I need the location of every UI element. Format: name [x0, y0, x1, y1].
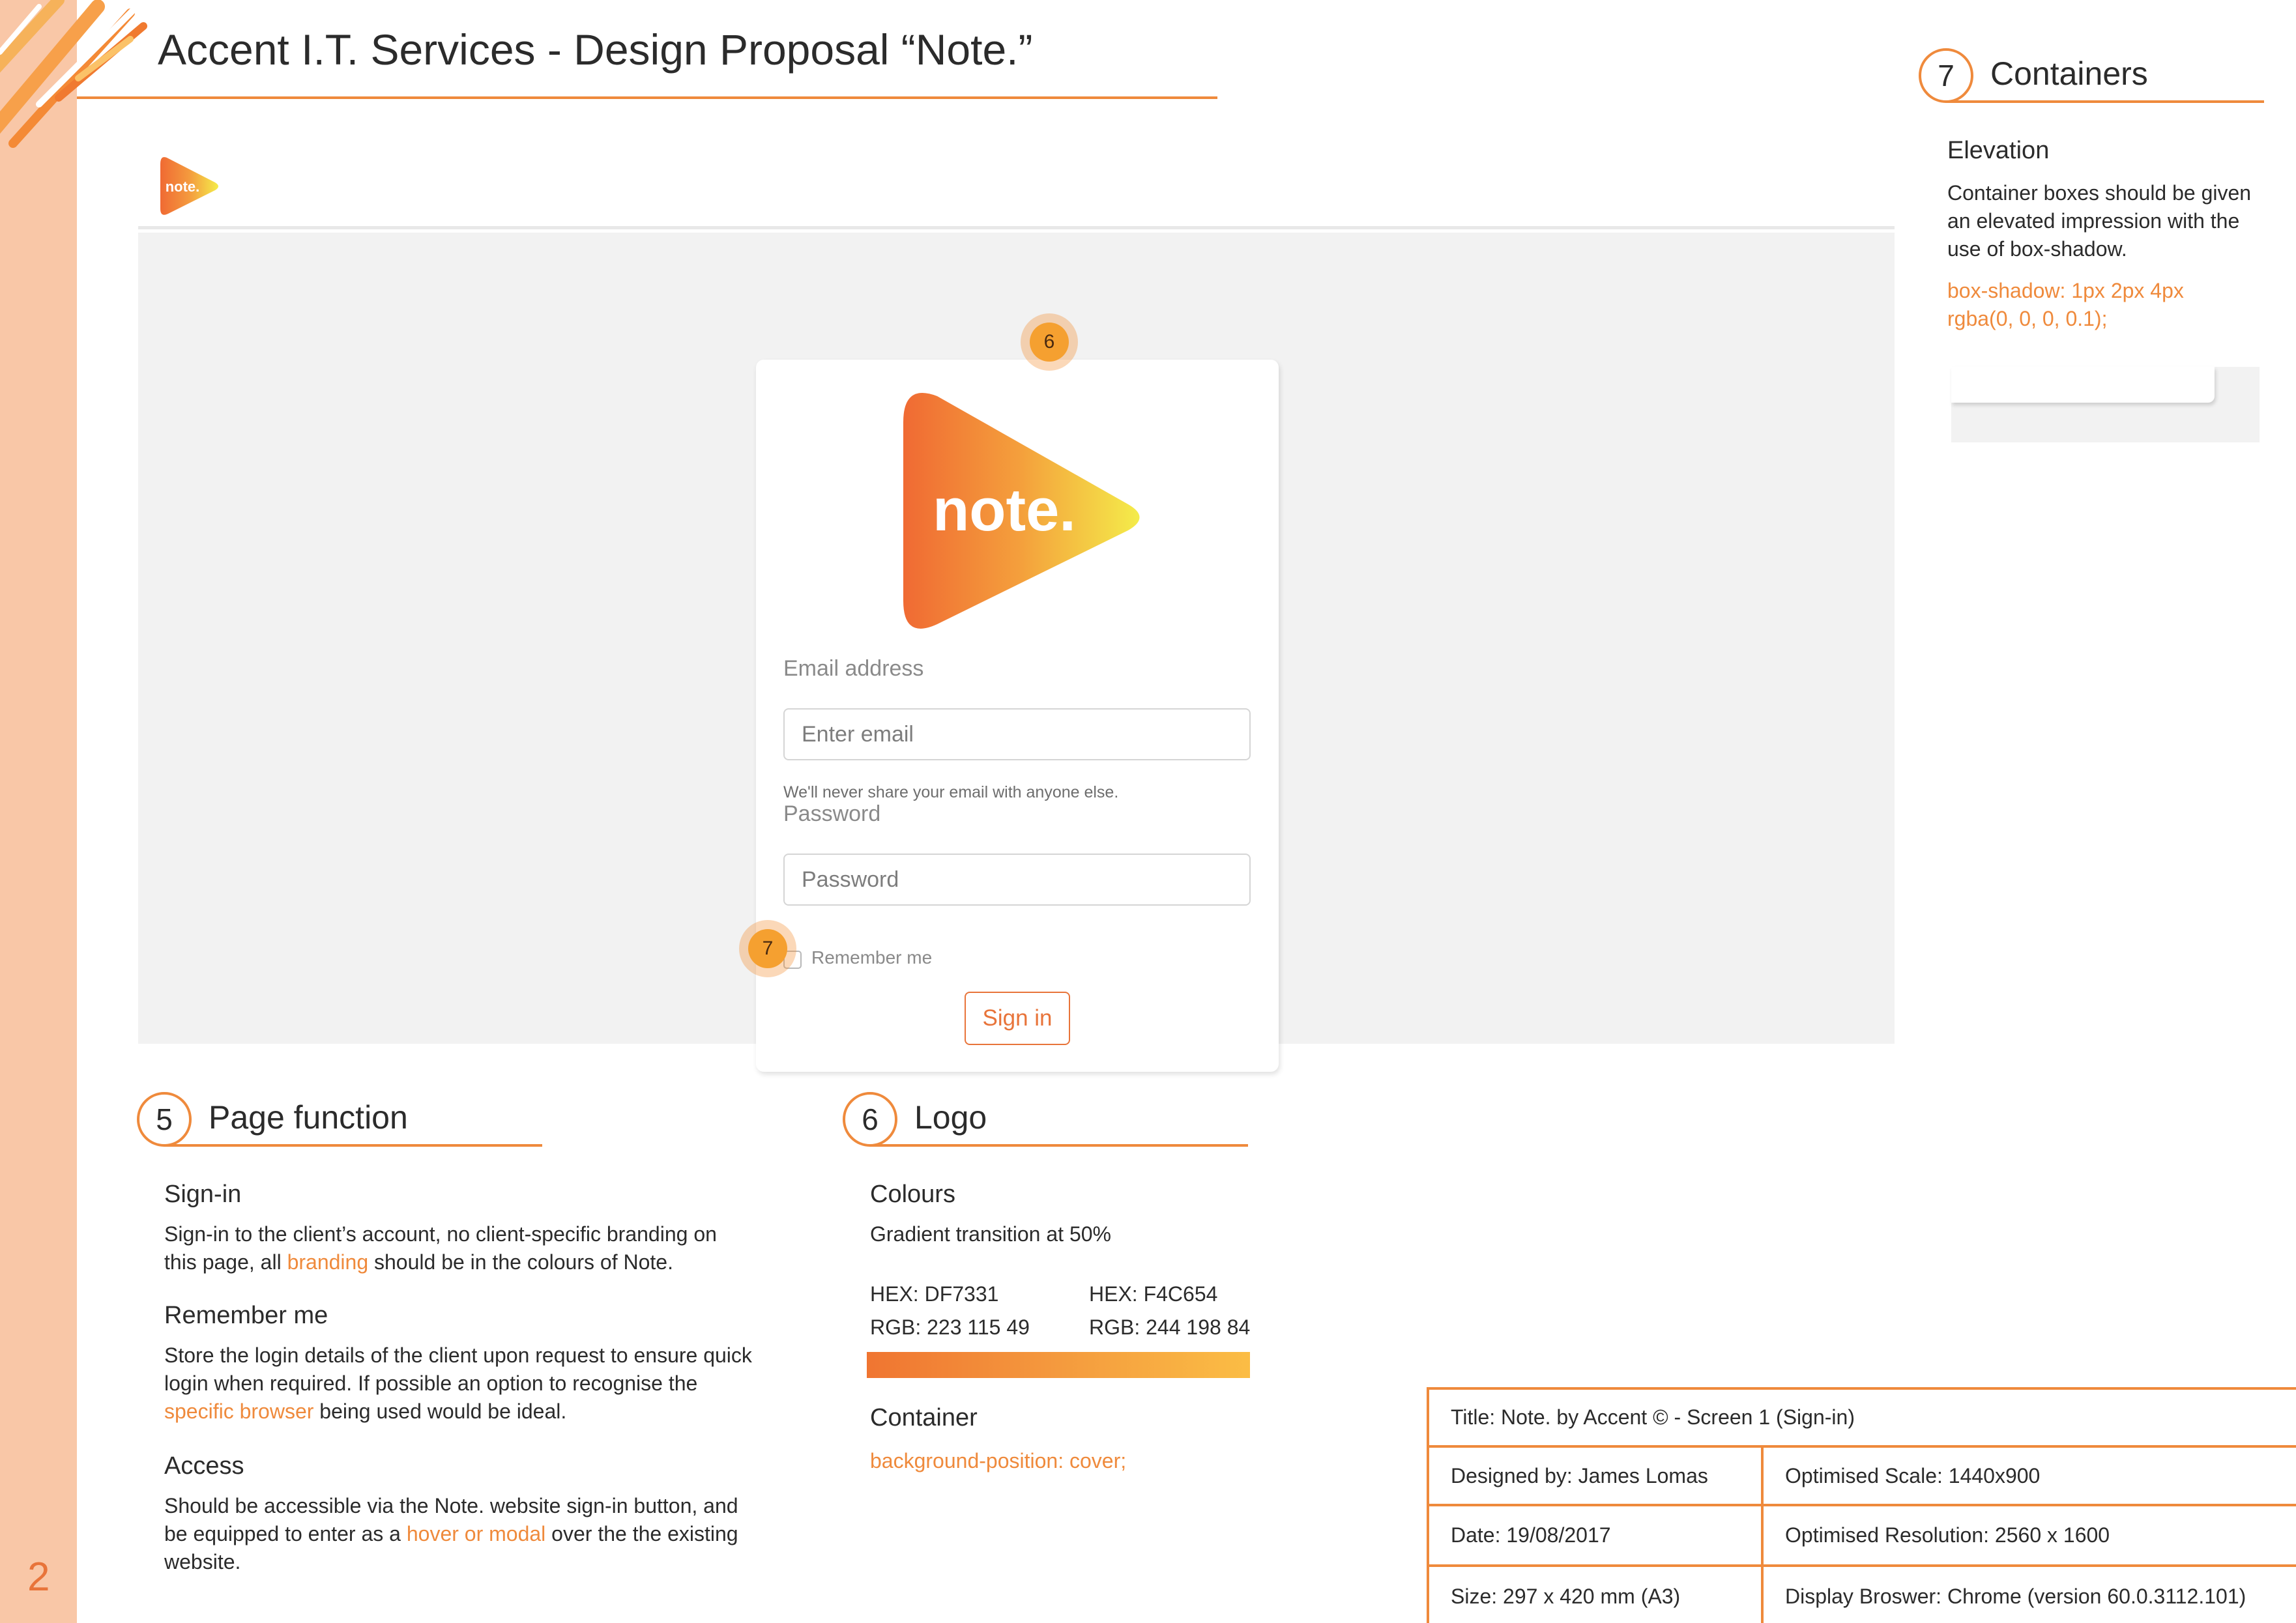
- signin-description: Sign-in to the client’s account, no clie…: [164, 1220, 816, 1276]
- elevation-heading: Elevation: [1947, 137, 2050, 164]
- container-marker-number: 7: [748, 929, 787, 968]
- corner-decoration: [0, 0, 149, 148]
- signin-line-1: Sign-in to the client’s account, no clie…: [164, 1222, 717, 1246]
- containers-underline: [1946, 100, 2264, 103]
- mockup-header: note.: [138, 145, 1895, 229]
- color2-rgb: RGB: 244 198 84: [1089, 1315, 1251, 1339]
- password-field[interactable]: [783, 854, 1251, 906]
- email-field[interactable]: [783, 708, 1251, 760]
- remember-line-3: specific browser being used would be ide…: [164, 1400, 567, 1423]
- logo-section-number: 6: [843, 1092, 897, 1147]
- access-heading: Access: [164, 1452, 244, 1480]
- info-row-title: Title: Note. by Accent © - Screen 1 (Sig…: [1429, 1390, 2296, 1448]
- info-row-size: Size: 297 x 420 mm (A3) Display Broswer:…: [1429, 1567, 2296, 1623]
- color1-rgb: RGB: 223 115 49: [870, 1315, 1030, 1339]
- signin-line-2: this page, all branding should be in the…: [164, 1250, 673, 1274]
- remember-me-label: Remember me: [811, 947, 933, 968]
- container-heading: Container: [870, 1404, 978, 1431]
- logo-section-title: Logo: [914, 1099, 987, 1136]
- elevation-demo-card: [1951, 367, 2215, 403]
- containers-title: Containers: [1990, 55, 2148, 92]
- email-help-text: We'll never share your email with anyone…: [783, 783, 1119, 801]
- page-title: Accent I.T. Services - Design Proposal “…: [158, 25, 1033, 74]
- hover-modal-link[interactable]: hover or modal: [407, 1522, 545, 1545]
- branding-link[interactable]: branding: [287, 1250, 369, 1274]
- info-scale: Optimised Scale: 1440x900: [1785, 1463, 2041, 1487]
- access-line-2: be equipped to enter as a hover or modal…: [164, 1522, 738, 1545]
- password-label: Password: [783, 801, 881, 826]
- access-line-1: Should be accessible via the Note. websi…: [164, 1494, 738, 1517]
- info-row-date: Date: 19/08/2017 Optimised Resolution: 2…: [1429, 1506, 2296, 1567]
- info-resolution: Optimised Resolution: 2560 x 1600: [1785, 1523, 2110, 1547]
- elevation-line-1: Container boxes should be given: [1947, 181, 2252, 205]
- remember-line-1: Store the login details of the client up…: [164, 1343, 752, 1367]
- page-number: 2: [27, 1555, 50, 1600]
- logo-marker-number: 6: [1030, 323, 1069, 362]
- gradient-swatch: [867, 1352, 1250, 1378]
- logo-section-header: 6 Logo: [843, 1092, 1253, 1151]
- elevation-line-3: use of box-shadow.: [1947, 237, 2127, 261]
- info-designer: Designed by: James Lomas: [1451, 1463, 1708, 1487]
- note-logo-icon: note.: [903, 393, 1140, 629]
- containers-section-header: 7 Containers: [1919, 48, 2264, 107]
- logo-annotation-marker: 6: [1021, 313, 1078, 371]
- color1-hex: HEX: DF7331: [870, 1282, 999, 1306]
- sign-in-button[interactable]: Sign in: [965, 992, 1070, 1045]
- code-line-2: rgba(0, 0, 0, 0.1);: [1947, 307, 2108, 330]
- remember-description: Store the login details of the client up…: [164, 1342, 816, 1426]
- remember-line-2: login when required. If possible an opti…: [164, 1372, 698, 1395]
- container-annotation-marker: 7: [739, 920, 796, 977]
- elevation-demo: [1951, 367, 2260, 442]
- info-browser: Display Broswer: Chrome (version 60.0.31…: [1785, 1584, 2246, 1608]
- access-description: Should be accessible via the Note. websi…: [164, 1492, 816, 1576]
- title-underline: [77, 96, 1217, 99]
- card-logo-text: note.: [933, 477, 1076, 543]
- info-size: Size: 297 x 420 mm (A3): [1451, 1584, 1681, 1608]
- header-logo-icon: note.: [160, 157, 218, 215]
- colours-heading: Colours: [870, 1181, 955, 1208]
- remember-heading: Remember me: [164, 1302, 328, 1329]
- header-logo-text: note.: [166, 179, 200, 195]
- info-date: Date: 19/08/2017: [1451, 1523, 1611, 1547]
- elevation-text: Container boxes should be given an eleva…: [1947, 179, 2286, 263]
- gradient-note: Gradient transition at 50%: [870, 1222, 1111, 1246]
- email-label: Email address: [783, 656, 924, 681]
- logo-underline: [870, 1144, 1248, 1147]
- mockup-body: note. Email address We'll never share yo…: [138, 233, 1895, 1072]
- signin-card: note. Email address We'll never share yo…: [756, 360, 1279, 1072]
- color2-hex: HEX: F4C654: [1089, 1282, 1218, 1306]
- page-function-title: Page function: [209, 1099, 408, 1136]
- box-shadow-code: box-shadow: 1px 2px 4px rgba(0, 0, 0, 0.…: [1947, 277, 2286, 333]
- signin-mockup: note. note. Email address We'll never sh…: [138, 145, 1895, 1072]
- containers-number: 7: [1919, 48, 1973, 103]
- title-block-table: Title: Note. by Accent © - Screen 1 (Sig…: [1427, 1387, 2296, 1623]
- code-line-1: box-shadow: 1px 2px 4px: [1947, 279, 2184, 302]
- signin-heading: Sign-in: [164, 1181, 242, 1208]
- page-function-section-header: 5 Page function: [137, 1092, 547, 1151]
- info-row-designer: Designed by: James Lomas Optimised Scale…: [1429, 1448, 2296, 1506]
- specific-browser-link[interactable]: specific browser: [164, 1400, 313, 1423]
- left-margin-strip: [0, 0, 77, 1623]
- elevation-line-2: an elevated impression with the: [1947, 209, 2240, 233]
- container-code: background-position: cover;: [870, 1449, 1127, 1472]
- page-function-number: 5: [137, 1092, 192, 1147]
- access-line-3: website.: [164, 1550, 241, 1573]
- info-title: Title: Note. by Accent © - Screen 1 (Sig…: [1451, 1405, 1855, 1429]
- page-function-underline: [164, 1144, 542, 1147]
